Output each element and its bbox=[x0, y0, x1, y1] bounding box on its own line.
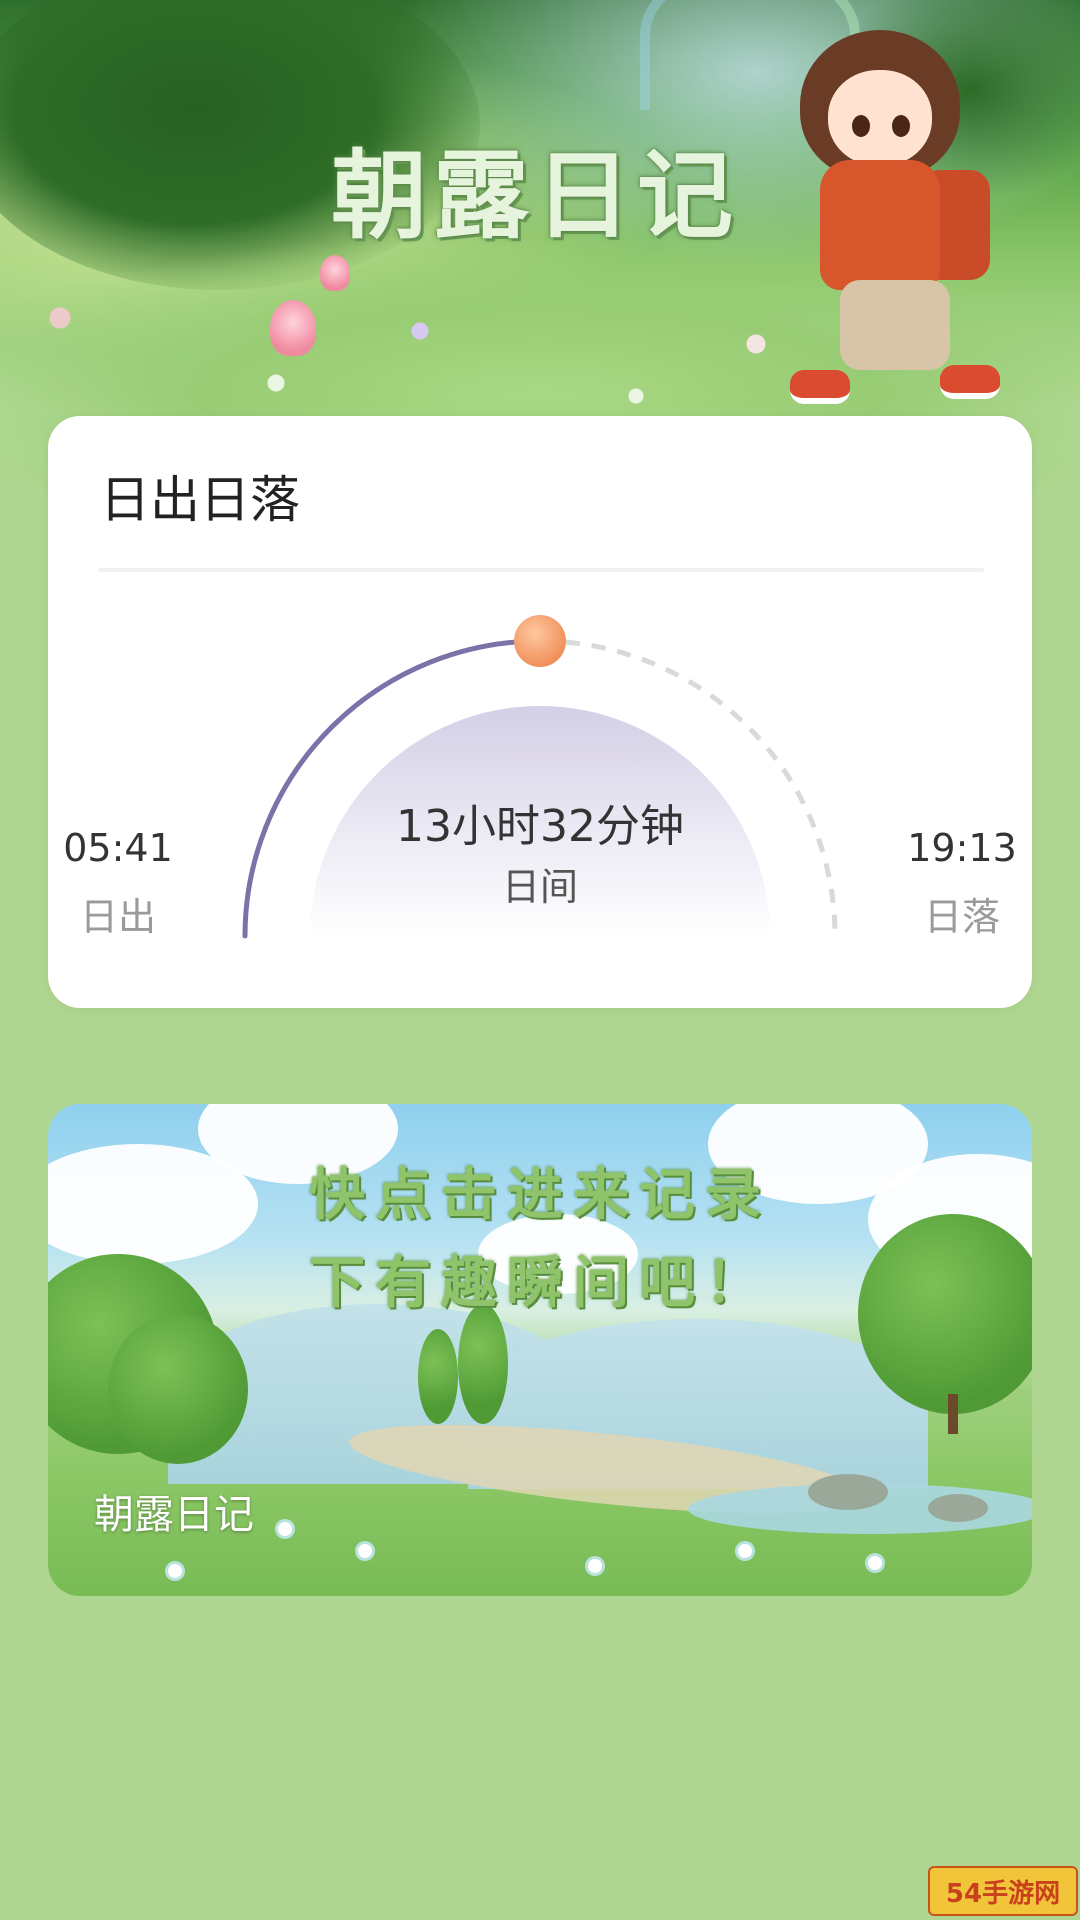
sun-icon bbox=[514, 615, 566, 667]
shoe-shape bbox=[790, 370, 850, 404]
eye-shape bbox=[892, 115, 910, 137]
app-logo-title: 朝露日记 bbox=[331, 140, 739, 252]
app-screen: 朝露日记 日出 日落 13小时32分钟 日间 05:41 日出 19:13 日落 … bbox=[0, 0, 1080, 1920]
sunrise-sunset-card[interactable]: 日出日落 13小时32分钟 日间 05:41 日出 19:13 日落 bbox=[48, 416, 1032, 1008]
site-watermark-logo: 54手游网 bbox=[928, 1866, 1078, 1916]
flower-decoration bbox=[168, 1564, 182, 1578]
rock-decoration bbox=[808, 1474, 888, 1510]
rock-decoration bbox=[928, 1494, 988, 1522]
sunrise-label: 日出 bbox=[79, 895, 156, 939]
tree-trunk bbox=[948, 1394, 958, 1434]
sun-arc-chart bbox=[242, 615, 838, 939]
tulip-decoration bbox=[270, 300, 316, 356]
daylight-label: 日间 bbox=[501, 865, 578, 909]
flower-decoration bbox=[868, 1556, 882, 1570]
banner-headline-line2: 下有趣瞬间吧！ bbox=[309, 1251, 771, 1316]
flower-decoration bbox=[358, 1544, 372, 1558]
sunset-time: 19:13 bbox=[907, 826, 1017, 870]
tulip-decoration bbox=[320, 255, 350, 291]
shoe-shape bbox=[940, 365, 1000, 399]
record-moment-banner[interactable]: 快点击进来记录 下有趣瞬间吧！ 朝露日记 bbox=[48, 1104, 1032, 1596]
sunset-label: 日落 bbox=[923, 895, 1000, 939]
banner-brand-label: 朝露日记 bbox=[94, 1492, 254, 1538]
flower-decoration bbox=[278, 1522, 292, 1536]
flower-decoration bbox=[738, 1544, 752, 1558]
tree-decoration bbox=[108, 1314, 248, 1464]
sunrise-time: 05:41 bbox=[63, 826, 173, 870]
girl-character-illustration bbox=[780, 20, 1000, 410]
pants-shape bbox=[840, 280, 950, 370]
flower-decoration bbox=[588, 1559, 602, 1573]
jacket-shape bbox=[820, 160, 940, 290]
tree-decoration bbox=[418, 1329, 458, 1424]
eye-shape bbox=[852, 115, 870, 137]
banner-headline: 快点击进来记录 下有趣瞬间吧！ bbox=[48, 1152, 1032, 1328]
banner-headline-line1: 快点击进来记录 bbox=[309, 1163, 771, 1228]
daylight-duration: 13小时32分钟 bbox=[396, 801, 684, 852]
face-shape bbox=[828, 70, 932, 166]
hero-banner: 朝露日记 bbox=[0, 0, 1080, 500]
